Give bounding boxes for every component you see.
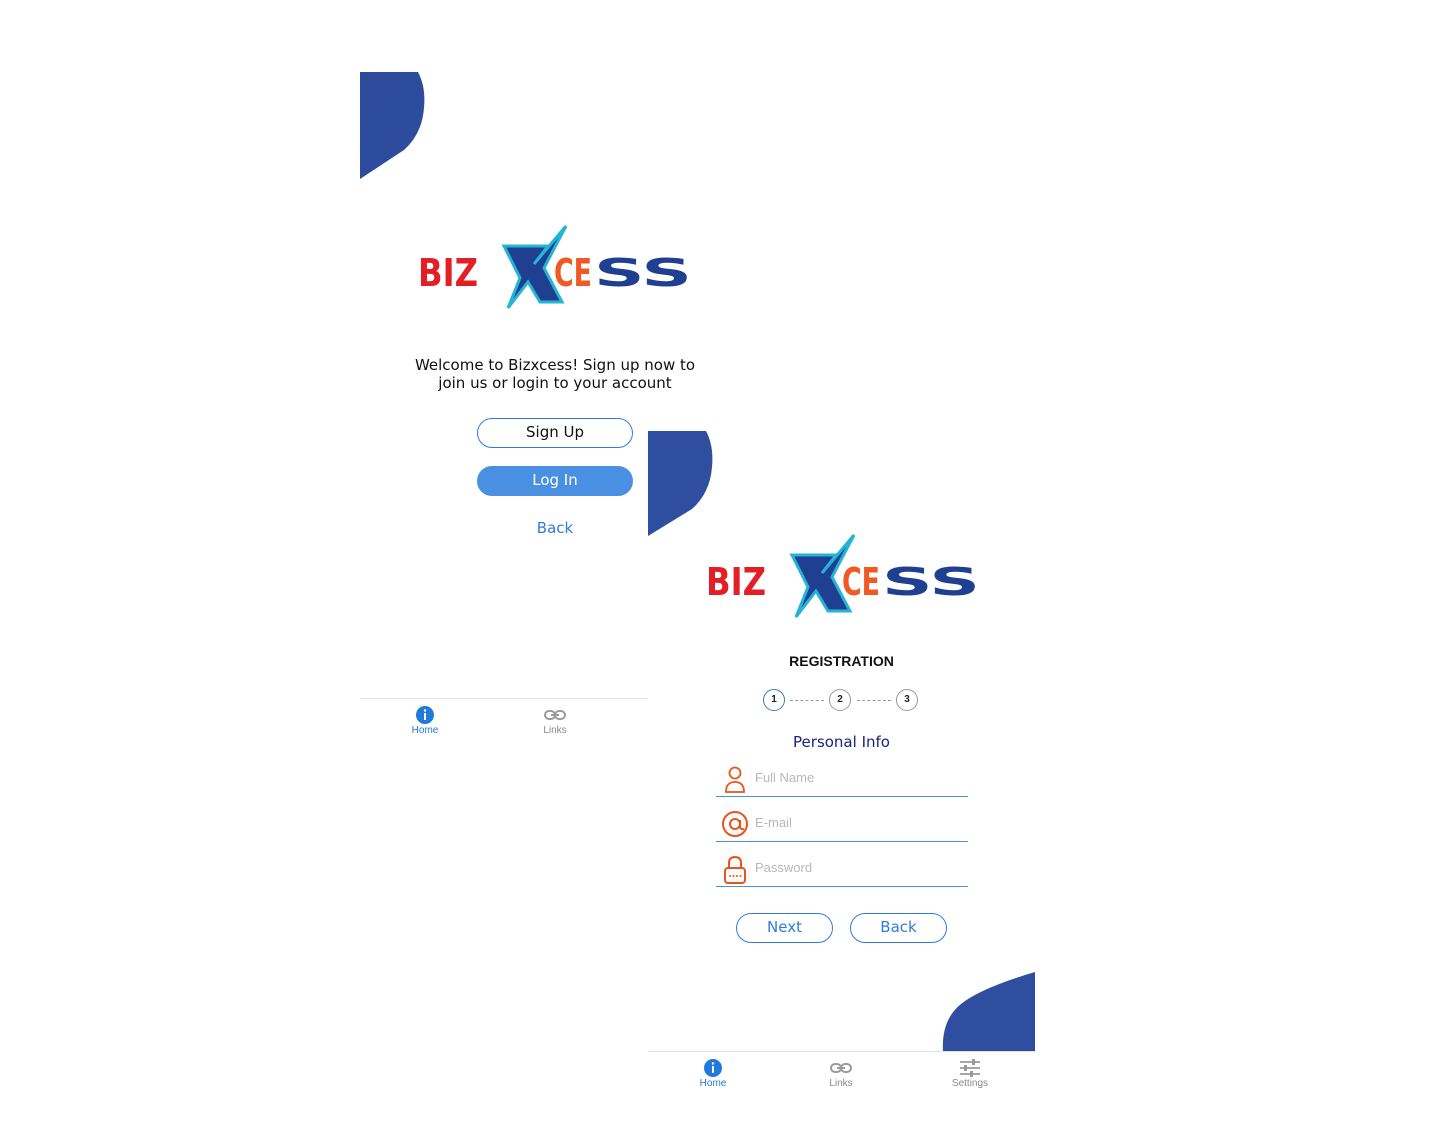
section-title: Personal Info xyxy=(793,733,890,751)
bizxcess-logo: BIZ CE SS xyxy=(418,225,692,309)
next-button[interactable]: Next xyxy=(736,913,833,943)
step-1: 1 xyxy=(763,689,785,711)
at-icon xyxy=(722,811,748,837)
info-icon xyxy=(704,1059,722,1077)
welcome-message: Welcome to Bizxcess! Sign up now to join… xyxy=(414,356,696,392)
nav-links-label: Links xyxy=(543,725,567,736)
sliders-icon xyxy=(960,1059,980,1077)
nav-home-label: Home xyxy=(411,725,439,736)
step-connector xyxy=(790,700,824,701)
back-link[interactable]: Back xyxy=(515,519,595,537)
nav-links[interactable]: Links xyxy=(530,705,580,736)
full-name-placeholder: Full Name xyxy=(755,770,815,785)
nav-settings-label: Settings xyxy=(951,1078,989,1089)
registration-screen: BIZ CE SS REGISTRATION 1 2 3 Personal In… xyxy=(648,431,1035,1112)
corner-decoration xyxy=(360,72,425,179)
corner-decoration-top xyxy=(648,431,713,536)
welcome-screen: BIZ CE SS Welcome to Bizxcess! Sign up n… xyxy=(360,72,695,772)
info-icon xyxy=(416,706,434,724)
nav-links[interactable]: Links xyxy=(816,1058,866,1089)
nav-home[interactable]: Home xyxy=(400,705,450,736)
logo-biz-b: BIZ xyxy=(418,251,478,295)
page-title: REGISTRATION xyxy=(789,653,894,669)
logo-ss: SS xyxy=(594,251,692,295)
password-placeholder: Password xyxy=(755,860,813,875)
email-placeholder: E-mail xyxy=(755,815,792,830)
bottom-nav: Home Links xyxy=(360,698,648,759)
nav-home-label: Home xyxy=(699,1078,727,1089)
step-connector xyxy=(857,700,891,701)
sign-up-button[interactable]: Sign Up xyxy=(477,418,633,448)
nav-settings[interactable]: Settings xyxy=(940,1058,1000,1089)
link-icon xyxy=(544,710,566,720)
logo-ss: SS xyxy=(882,560,980,604)
logo-c: CE xyxy=(554,251,592,295)
lock-icon xyxy=(724,855,746,884)
logo-c: CE xyxy=(842,560,880,604)
person-icon xyxy=(725,766,745,793)
link-icon xyxy=(830,1063,852,1073)
nav-links-label: Links xyxy=(829,1078,853,1089)
full-name-field[interactable]: Full Name xyxy=(716,760,968,797)
corner-decoration-bottom xyxy=(942,972,1035,1052)
password-field[interactable]: Password xyxy=(716,850,968,887)
log-in-button[interactable]: Log In xyxy=(477,466,633,496)
back-button[interactable]: Back xyxy=(850,913,947,943)
nav-home[interactable]: Home xyxy=(688,1058,738,1089)
bizxcess-logo: BIZ CE SS xyxy=(706,534,980,618)
bottom-nav: Home Links Settings xyxy=(648,1051,1035,1112)
step-3: 3 xyxy=(896,689,918,711)
email-field[interactable]: E-mail xyxy=(716,805,968,842)
logo-biz: BIZ xyxy=(706,560,766,604)
step-2: 2 xyxy=(829,689,851,711)
